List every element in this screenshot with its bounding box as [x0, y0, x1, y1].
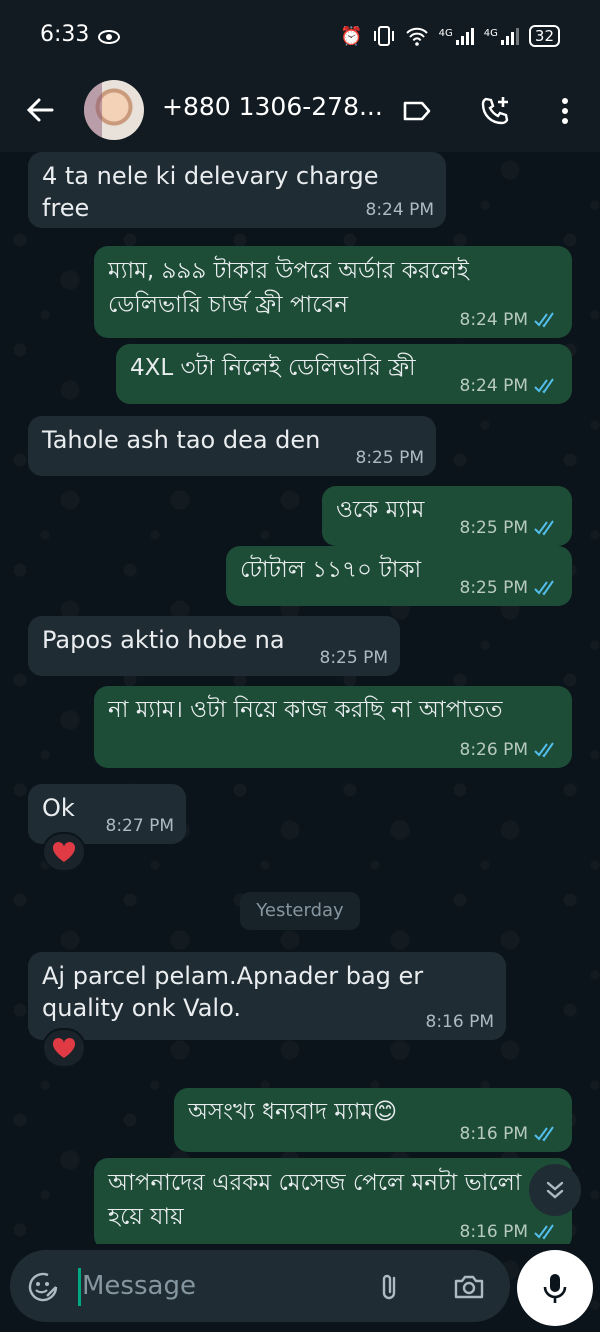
message-time: 8:16 PM: [459, 1124, 529, 1144]
add-call-icon[interactable]: [478, 94, 512, 128]
alarm-icon: ⏰: [340, 25, 363, 47]
message-bubble-outgoing[interactable]: টোটাল ১১৭০ টাকা 8:25 PM: [226, 546, 572, 606]
read-ticks-icon: [534, 520, 554, 536]
message-meta: 8:16 PM: [460, 1124, 561, 1144]
message-meta: 8:25 PM: [320, 648, 389, 668]
message-bubble-outgoing[interactable]: অসংখ্য ধন্যবাদ ম্যাম😊 8:16 PM: [174, 1088, 572, 1152]
contact-name[interactable]: +880 1306-278...: [162, 92, 383, 121]
message-meta: 8:26 PM: [460, 740, 561, 760]
voice-record-button[interactable]: [517, 1250, 593, 1326]
message-bubble-outgoing[interactable]: ওকে ম্যাম 8:25 PM: [322, 486, 572, 546]
status-bar: 6:33 ⏰ 4G 4G 32: [0, 0, 600, 72]
message-bubble-incoming[interactable]: 4 ta nele ki delevary charge free 8:24 P…: [28, 152, 446, 228]
read-ticks-icon: [534, 742, 554, 758]
message-time: 8:27 PM: [105, 816, 175, 836]
signal-icon-1: 4G: [439, 27, 474, 45]
vibrate-icon: [373, 26, 394, 46]
message-meta: 8:24 PM: [460, 310, 561, 330]
message-time: 8:16 PM: [459, 1222, 529, 1242]
message-bubble-outgoing[interactable]: 4XL ৩টা নিলেই ডেলিভারি ফ্রী 8:24 PM: [116, 344, 572, 404]
message-time: 8:24 PM: [459, 310, 529, 330]
text-cursor: [78, 1268, 81, 1306]
message-time: 8:25 PM: [355, 448, 425, 468]
emoji-sticker-icon[interactable]: [26, 1270, 60, 1304]
message-meta: 8:16 PM: [460, 1222, 561, 1242]
message-time: 8:25 PM: [459, 578, 529, 598]
battery-indicator: 32: [528, 25, 560, 47]
message-time: 8:26 PM: [459, 740, 529, 760]
scroll-to-bottom-button[interactable]: [529, 1164, 581, 1216]
message-bubble-incoming[interactable]: Tahole ash tao dea den 8:25 PM: [28, 416, 436, 476]
reaction-badge[interactable]: [42, 832, 86, 872]
wifi-icon: [405, 27, 428, 46]
message-text: না ম্যাম। ওটা নিয়ে কাজ করছি না আপাতত: [108, 697, 503, 723]
read-ticks-icon: [534, 1224, 554, 1240]
microphone-icon: [543, 1274, 567, 1303]
message-composer: [10, 1250, 510, 1322]
heart-icon: [52, 841, 76, 862]
camera-icon[interactable]: [452, 1270, 486, 1304]
message-bubble-outgoing[interactable]: ম্যাম, ৯৯৯ টাকার উপরে অর্ডার করলেই ডেলিভ…: [94, 246, 572, 338]
attach-icon[interactable]: [374, 1270, 408, 1304]
message-time: 8:16 PM: [425, 1012, 495, 1032]
message-text: Aj parcel pelam.Apnader bag er quality o…: [42, 962, 424, 1022]
back-arrow-icon[interactable]: [22, 92, 58, 128]
chat-header: +880 1306-278...: [0, 72, 600, 152]
message-bubble-outgoing[interactable]: আপনাদের এরকম মেসেজ পেলে মনটা ভালো হয়ে য…: [94, 1158, 572, 1244]
read-ticks-icon: [534, 378, 554, 394]
read-ticks-icon: [534, 312, 554, 328]
network-type-1: 4G: [438, 28, 453, 39]
status-icons: ⏰ 4G 4G 32: [340, 22, 560, 50]
message-input[interactable]: [82, 1266, 362, 1306]
contact-avatar[interactable]: [84, 80, 144, 140]
eye-comfort-icon: [98, 30, 120, 44]
message-list[interactable]: 4 ta nele ki delevary charge free 8:24 P…: [0, 152, 600, 1244]
message-meta: 8:25 PM: [460, 578, 561, 598]
message-meta: 8:27 PM: [106, 816, 175, 836]
day-divider: Yesterday: [240, 892, 360, 930]
heart-icon: [52, 1037, 76, 1058]
message-bubble-outgoing[interactable]: না ম্যাম। ওটা নিয়ে কাজ করছি না আপাতত 8:…: [94, 686, 572, 768]
double-chevron-down-icon: [546, 1181, 564, 1199]
message-meta: 8:24 PM: [366, 200, 435, 220]
signal-icon-2: 4G: [484, 27, 519, 45]
network-type-2: 4G: [483, 28, 498, 39]
message-meta: 8:25 PM: [460, 518, 561, 538]
message-time: 8:24 PM: [459, 376, 529, 396]
message-bubble-incoming[interactable]: Papos aktio hobe na 8:25 PM: [28, 616, 400, 676]
message-time: 8:25 PM: [319, 648, 389, 668]
status-time: 6:33: [40, 22, 90, 47]
reaction-badge[interactable]: [42, 1028, 86, 1068]
message-meta: 8:24 PM: [460, 376, 561, 396]
read-ticks-icon: [534, 580, 554, 596]
label-icon[interactable]: [400, 94, 434, 128]
message-meta: 8:16 PM: [426, 1012, 495, 1032]
more-options-icon[interactable]: [548, 94, 582, 128]
message-time: 8:24 PM: [365, 200, 435, 220]
message-time: 8:25 PM: [459, 518, 529, 538]
message-bubble-incoming[interactable]: Aj parcel pelam.Apnader bag er quality o…: [28, 952, 506, 1040]
read-ticks-icon: [534, 1126, 554, 1142]
message-meta: 8:25 PM: [356, 448, 425, 468]
